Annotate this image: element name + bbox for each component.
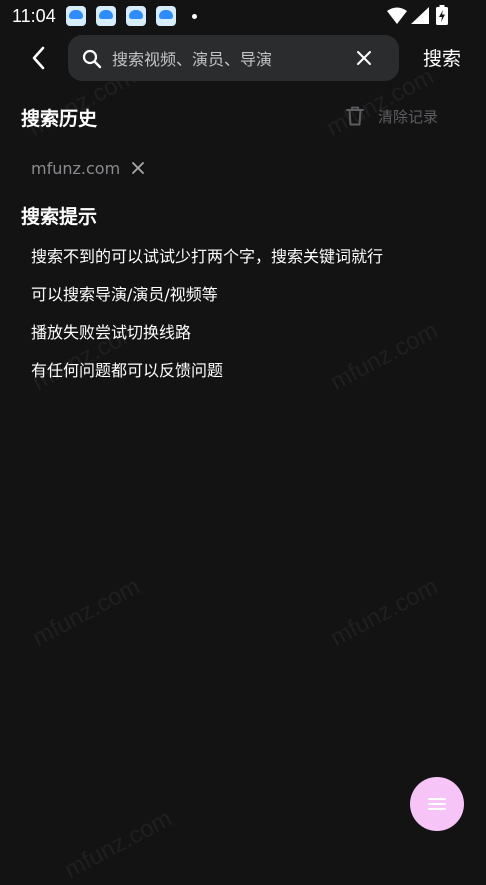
app-notification-icon [126, 6, 146, 26]
battery-charging-icon [436, 5, 448, 25]
app-notification-icon [66, 6, 86, 26]
chevron-left-icon [32, 46, 45, 70]
trash-icon [346, 106, 364, 126]
app-notification-icon [96, 6, 116, 26]
tips-section-title: 搜索提示 [21, 206, 98, 228]
search-box[interactable] [68, 35, 399, 81]
clear-history-button[interactable]: 清除记录 [346, 104, 438, 128]
clear-search-button[interactable] [353, 47, 375, 69]
back-button[interactable] [22, 40, 54, 76]
cellular-signal-icon [411, 7, 429, 24]
tips-list: 搜索不到的可以试试少打两个字，搜索关键词就行 可以搜索导演/演员/视频等 播放失… [31, 245, 383, 397]
menu-icon [428, 798, 446, 810]
status-time: 11:04 [12, 6, 56, 26]
floating-menu-button[interactable] [410, 777, 464, 831]
watermark: mfunz.com [60, 804, 177, 884]
tip-item: 播放失败尝试切换线路 [31, 323, 192, 342]
search-icon [82, 49, 102, 73]
history-section-title: 搜索历史 [21, 108, 98, 130]
more-notifications-dot [192, 14, 197, 19]
wifi-icon [387, 7, 407, 24]
clear-history-label: 清除记录 [378, 107, 439, 126]
remove-history-item-button[interactable] [132, 162, 145, 174]
close-icon [132, 162, 145, 174]
app-notification-icon [156, 6, 176, 26]
history-item-label: mfunz.com [31, 158, 121, 178]
close-icon [357, 51, 371, 65]
tip-item: 搜索不到的可以试试少打两个字，搜索关键词就行 [31, 247, 384, 266]
watermark: mfunz.com [326, 572, 443, 652]
search-input[interactable] [110, 42, 344, 76]
status-bar: 11:04 [0, 0, 486, 32]
search-button[interactable]: 搜索 [423, 44, 461, 71]
history-item[interactable]: mfunz.com [31, 157, 145, 179]
tip-item: 有任何问题都可以反馈问题 [31, 361, 224, 380]
tip-item: 可以搜索导演/演员/视频等 [31, 285, 218, 304]
watermark: mfunz.com [28, 572, 145, 652]
